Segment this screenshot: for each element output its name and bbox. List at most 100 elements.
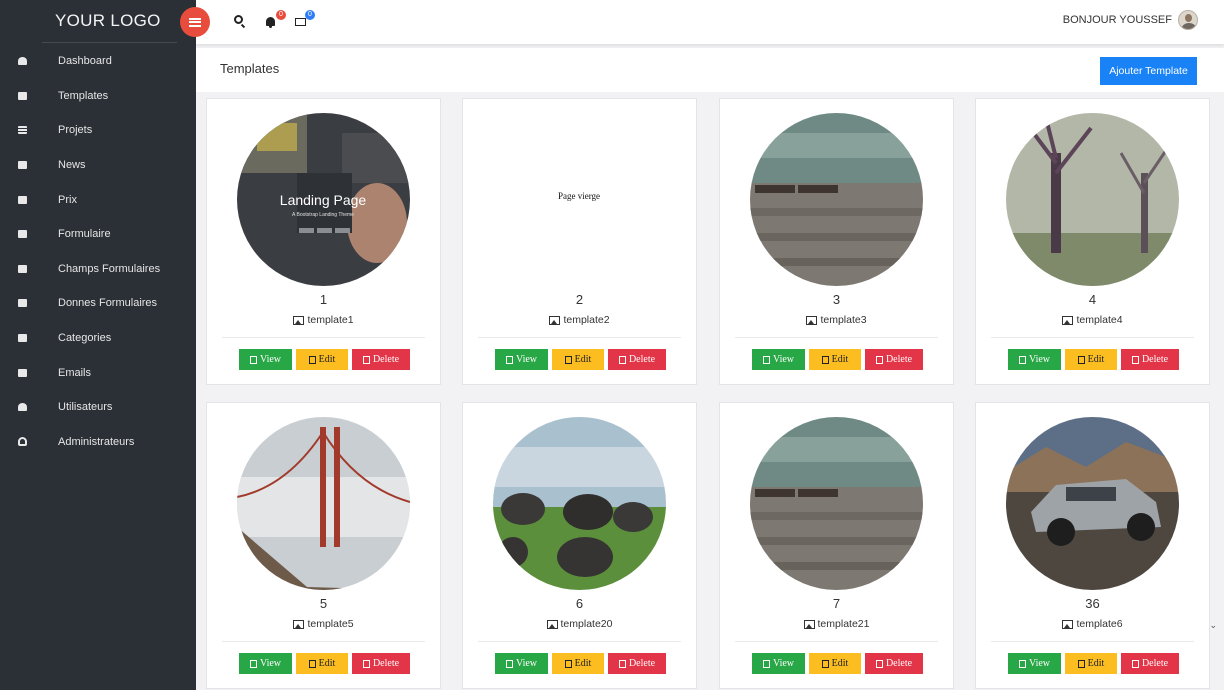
sidebar-item-administrateurs[interactable]: Administrateurs [0,425,196,460]
template-thumbnail[interactable] [1006,417,1179,590]
edit-button[interactable]: Edit [1065,349,1117,370]
view-button[interactable]: View [1008,653,1061,674]
user-greeting[interactable]: BONJOUR YOUSSEF [1063,14,1172,26]
view-button[interactable]: View [1008,349,1061,370]
document-icon [18,161,27,170]
sidebar-item-emails[interactable]: Emails [0,355,196,390]
messages-badge: 0 [305,10,315,20]
template-card: 3 template3 View Edit Delete [719,98,954,385]
template-thumbnail[interactable] [493,417,666,590]
sidebar-item-label: Emails [58,366,92,379]
delete-button[interactable]: Delete [1121,349,1179,370]
template-thumbnail[interactable] [750,113,923,286]
avatar[interactable] [1178,10,1198,30]
template-thumbnail[interactable] [237,417,410,590]
edit-button[interactable]: Edit [552,653,604,674]
template-card: 5 template5 View Edit Delete [206,402,441,689]
page-header: Templates Ajouter Template [196,48,1224,92]
sidebar-item-label: Champs Formulaires [58,262,161,275]
sidebar-item-champs-formulaires[interactable]: Champs Formulaires [0,252,196,287]
edit-button[interactable]: Edit [809,349,861,370]
view-button[interactable]: View [239,349,292,370]
add-template-button[interactable]: Ajouter Template [1100,57,1197,85]
template-name: template1 [207,314,440,326]
book-icon [18,299,27,308]
sidebar-item-label: Formulaire [58,228,111,241]
template-name: template6 [976,618,1209,630]
delete-button[interactable]: Delete [865,349,923,370]
edit-button[interactable]: Edit [296,349,348,370]
sidebar-item-categories[interactable]: Categories [0,321,196,356]
edit-button-label: Edit [574,354,592,365]
sidebar-item-templates[interactable]: Templates [0,79,196,114]
delete-button[interactable]: Delete [608,653,666,674]
view-button[interactable]: View [752,653,805,674]
template-thumbnail[interactable] [750,417,923,590]
edit-icon [18,264,27,273]
sidebar-item-utilisateurs[interactable]: Utilisateurs [0,390,196,425]
envelope-icon[interactable] [295,18,306,26]
menu-toggle-button[interactable] [180,7,210,37]
delete-button[interactable]: Delete [1121,653,1179,674]
scroll-down-icon[interactable]: ⌄ [1209,620,1217,631]
trash-icon [362,659,370,668]
card-divider [478,337,681,338]
rocks-field-image [493,417,666,590]
template-name: template5 [207,618,440,630]
delete-button[interactable]: Delete [865,653,923,674]
sidebar-item-dashboard[interactable]: Dashboard [0,44,196,79]
image-icon [293,315,305,325]
foggy-trees-image [1006,113,1179,286]
money-icon [18,195,27,204]
edit-button[interactable]: Edit [809,653,861,674]
view-button-label: View [259,658,282,669]
view-button[interactable]: View [495,653,548,674]
thumbnail-title: Landing Page [280,192,367,208]
sidebar-item-projets[interactable]: Projets [0,113,196,148]
sidebar-item-label: Projets [58,124,93,137]
view-button-label: View [515,658,538,669]
card-divider [991,641,1194,642]
edit-button[interactable]: Edit [552,349,604,370]
edit-button[interactable]: Edit [296,653,348,674]
template-name-label: template6 [1076,618,1123,630]
view-button[interactable]: View [495,349,548,370]
edit-button-label: Edit [318,658,336,669]
search-icon[interactable] [234,15,243,24]
template-thumbnail[interactable] [1006,113,1179,286]
sidebar-item-formulaire[interactable]: Formulaire [0,217,196,252]
template-id: 2 [575,292,584,307]
delete-button[interactable]: Delete [608,349,666,370]
delete-button[interactable]: Delete [352,653,410,674]
trash-icon [618,355,626,364]
sidebar-item-news[interactable]: News [0,148,196,183]
card-divider [478,641,681,642]
edit-button[interactable]: Edit [1065,653,1117,674]
image-icon [1062,315,1074,325]
sidebar-nav: Dashboard Templates Projets News Prix Fo… [0,44,196,459]
card-divider [735,337,938,338]
view-button[interactable]: View [239,653,292,674]
delete-button[interactable]: Delete [352,349,410,370]
dashboard-icon [18,57,27,66]
bell-icon[interactable] [266,17,275,28]
template-name-label: template21 [817,618,870,630]
template-thumbnail[interactable]: Page vierge [493,113,666,286]
template-thumbnail[interactable]: Landing Page A Bootstrap Landing Theme [237,113,410,286]
sidebar-item-donnes-formulaires[interactable]: Donnes Formulaires [0,286,196,321]
template-card: 4 template4 View Edit Delete [975,98,1210,385]
trash-icon [875,355,883,364]
view-button[interactable]: View [752,349,805,370]
blank-page-image: Page vierge [493,113,666,286]
card-divider [222,641,425,642]
topbar: 0 0 BONJOUR YOUSSEF [196,0,1224,44]
template-card: 6 template20 View Edit Delete [462,402,697,689]
file-icon [762,659,770,668]
file-icon [505,659,513,668]
sidebar-item-label: Templates [58,89,109,102]
users-icon [18,403,27,412]
sidebar-item-prix[interactable]: Prix [0,182,196,217]
image-icon [1062,619,1074,629]
logo[interactable]: YOUR LOGO [55,11,161,31]
edit-icon [821,659,829,668]
